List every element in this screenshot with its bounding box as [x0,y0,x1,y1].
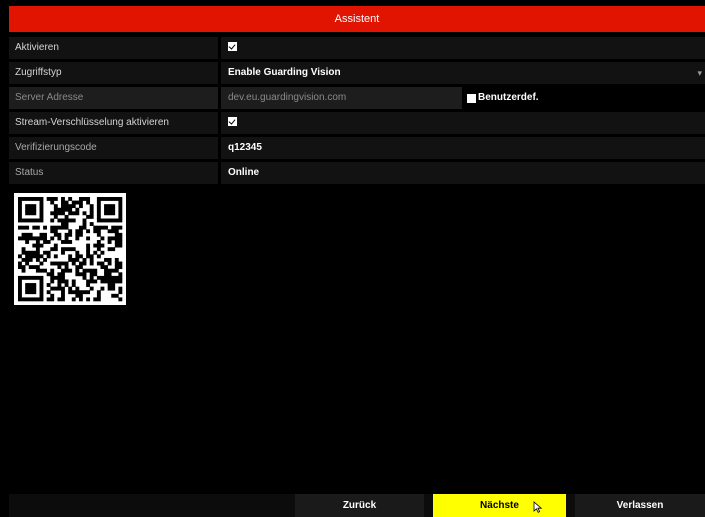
status-value-cell: Online [221,162,705,184]
enable-row: Aktivieren [9,37,705,59]
status-value: Online [228,167,260,178]
exit-button[interactable]: Verlassen [575,494,705,517]
server-address-row: Server Adresse dev.eu.guardingvision.com… [9,87,705,109]
back-button[interactable]: Zurück [295,494,424,517]
window-title: Assistent [9,6,705,32]
enable-checkbox[interactable] [228,41,237,51]
stream-encryption-value [221,112,705,134]
enable-value [221,37,705,59]
cloud-settings-form: Aktivieren Zugriffstyp Enable Guarding V… [9,37,705,187]
custom-server-checkbox[interactable] [467,93,476,103]
enable-label: Aktivieren [9,37,218,59]
server-address-value: dev.eu.guardingvision.com [228,92,347,103]
verification-code-row: Verifizierungscode q12345 [9,137,705,159]
qr-code-icon [14,193,126,305]
chevron-down-icon: ▾ [697,68,702,78]
access-type-value: Enable Guarding Vision [228,67,341,78]
status-label: Status [9,162,218,184]
server-address-label: Server Adresse [9,87,218,109]
access-type-label: Zugriffstyp [9,62,218,84]
custom-server-label: Benutzerdef. [478,92,539,103]
next-button[interactable]: Nächste [433,494,566,517]
qr-code-graphic [18,197,123,302]
stream-encryption-row: Stream-Verschlüsselung aktivieren [9,112,705,134]
custom-server-toggle[interactable]: Benutzerdef. [462,87,705,109]
setup-wizard-window: Assistent Aktivieren Zugriffstyp Enable … [0,0,705,517]
verification-code-label: Verifizierungscode [9,137,218,159]
mouse-pointer-icon [533,501,543,513]
verification-code-value: q12345 [228,142,262,153]
stream-encryption-label: Stream-Verschlüsselung aktivieren [9,112,218,134]
server-address-field: dev.eu.guardingvision.com Benutzerdef. [221,87,705,109]
status-row: Status Online [9,162,705,184]
access-type-row: Zugriffstyp Enable Guarding Vision ▾ [9,62,705,84]
verification-code-field[interactable]: q12345 [221,137,705,159]
stream-encryption-checkbox[interactable] [228,116,237,126]
access-type-select[interactable]: Enable Guarding Vision ▾ [221,62,705,84]
